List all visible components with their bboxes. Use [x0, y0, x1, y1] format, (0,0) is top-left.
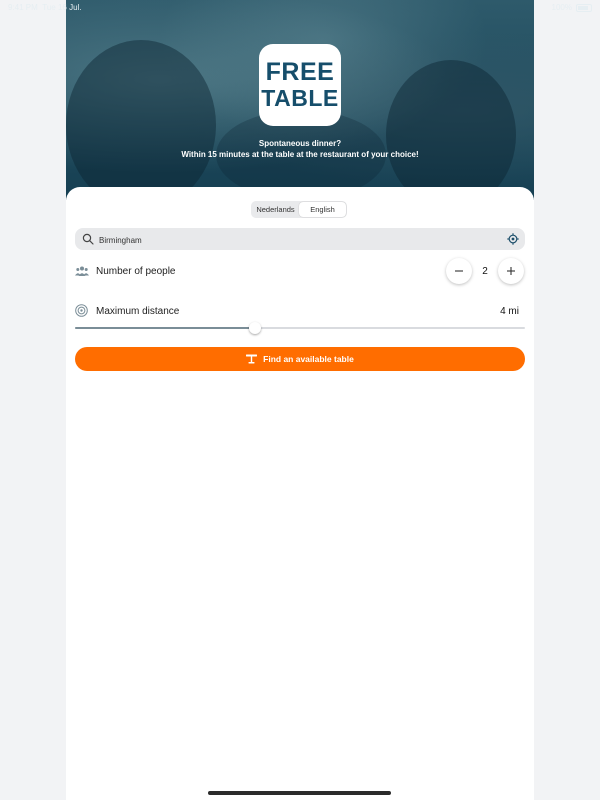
- status-bar: 9:41 PM Tue 16 Jul. 100%: [0, 0, 600, 14]
- logo-text-line1: FREE: [265, 58, 335, 86]
- distance-slider-fill: [75, 327, 255, 329]
- find-table-label: Find an available table: [263, 354, 354, 364]
- people-label: Number of people: [96, 266, 176, 277]
- status-right: 100%: [552, 3, 592, 12]
- status-battery-label: 100%: [551, 3, 572, 12]
- tagline-subline: Within 15 minutes at the table at the re…: [181, 150, 419, 159]
- language-option-dutch[interactable]: Nederlands: [252, 202, 299, 217]
- decrease-people-button[interactable]: [446, 258, 472, 284]
- language-switcher: Nederlands English: [251, 201, 347, 218]
- people-count: 2: [482, 266, 488, 277]
- battery-icon: [576, 3, 592, 12]
- tagline-headline: Spontaneous dinner?: [258, 139, 342, 148]
- plus-icon: [507, 267, 515, 275]
- status-time: 9:41 PM: [8, 3, 38, 12]
- table-icon: [246, 354, 258, 364]
- distance-label: Maximum distance: [96, 306, 180, 317]
- location-target-icon[interactable]: [507, 233, 519, 245]
- search-card: Nederlands English Number of people 2: [66, 187, 534, 800]
- distance-value: 4 mi: [500, 306, 519, 317]
- find-table-button[interactable]: Find an available table: [75, 347, 525, 371]
- hero-photo-shape: [66, 40, 216, 200]
- location-search-bar: [75, 228, 525, 250]
- radius-icon: [75, 304, 88, 317]
- minus-icon: [455, 270, 463, 272]
- home-indicator[interactable]: [208, 791, 391, 795]
- language-option-english[interactable]: English: [299, 202, 346, 217]
- logo-text-line2: TABLE: [261, 85, 339, 111]
- location-search-input[interactable]: [97, 231, 501, 249]
- hero-banner: FREE TABLE Spontaneous dinner? Within 15…: [66, 0, 534, 200]
- status-time-date: 9:41 PM Tue 16 Jul.: [8, 3, 82, 12]
- search-icon: [82, 233, 94, 245]
- app-logo: FREE TABLE: [259, 44, 341, 126]
- status-date: Tue 16 Jul.: [42, 3, 82, 12]
- hero-photo-shape: [386, 60, 516, 200]
- distance-slider[interactable]: [75, 322, 525, 334]
- people-icon: [75, 266, 89, 276]
- increase-people-button[interactable]: [498, 258, 524, 284]
- distance-slider-thumb[interactable]: [249, 322, 261, 334]
